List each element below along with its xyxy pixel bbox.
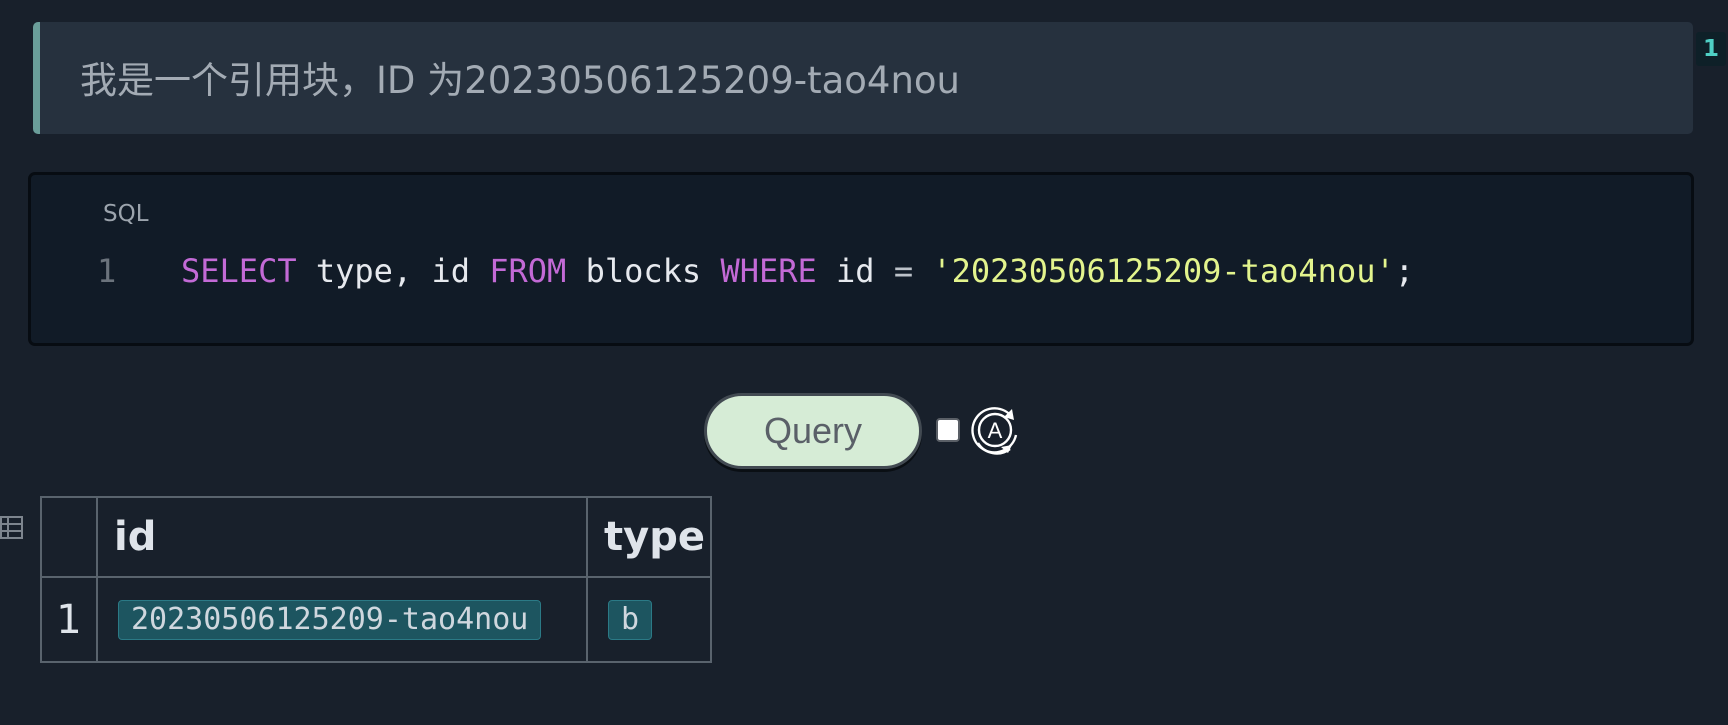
auto-refresh-checkbox[interactable] — [936, 418, 960, 442]
type-value-chip[interactable]: b — [608, 599, 653, 640]
blockquote-text[interactable]: 我是一个引用块，ID 为20230506125209-tao4nou — [80, 50, 960, 104]
code-text[interactable]: SELECT type, id FROM blocks WHERE id = '… — [181, 251, 1414, 291]
id-value-chip[interactable]: 20230506125209-tao4nou — [118, 599, 542, 640]
reference-count-badge[interactable]: 1 — [1696, 32, 1726, 66]
type-cell: b — [586, 576, 712, 663]
line-number: 1 — [97, 252, 117, 290]
blockquote[interactable]: 我是一个引用块，ID 为20230506125209-tao4nou — [33, 22, 1693, 134]
code-language-label[interactable]: SQL — [103, 201, 149, 227]
keyword-where: WHERE — [720, 252, 817, 290]
code-column: id — [816, 252, 894, 290]
sql-code-block[interactable]: SQL 1 SELECT type, id FROM blocks WHERE … — [28, 172, 1694, 346]
code-string-literal: '20230506125209-tao4nou' — [932, 252, 1395, 290]
auto-refresh-icon[interactable]: A — [966, 401, 1024, 459]
query-results-table: id type 1 20230506125209-tao4nou b — [40, 496, 712, 663]
column-header-id[interactable]: id — [96, 496, 588, 578]
code-line: 1 SELECT type, id FROM blocks WHERE id =… — [31, 251, 1691, 291]
column-header-index — [40, 496, 98, 578]
code-table: blocks — [566, 252, 721, 290]
table-row: 1 20230506125209-tao4nou b — [40, 576, 712, 663]
table-icon — [0, 516, 23, 539]
keyword-from: FROM — [489, 252, 567, 290]
table-header-row: id type — [40, 496, 712, 578]
code-fields: type, id — [296, 252, 490, 290]
column-header-type[interactable]: type — [586, 496, 712, 578]
code-semicolon: ; — [1394, 252, 1414, 290]
row-index: 1 — [40, 576, 98, 663]
keyword-select: SELECT — [181, 252, 297, 290]
id-cell: 20230506125209-tao4nou — [96, 576, 588, 663]
editor-page: 我是一个引用块，ID 为20230506125209-tao4nou 1 SQL… — [0, 0, 1728, 725]
svg-text:A: A — [988, 418, 1003, 443]
query-button[interactable]: Query — [704, 393, 922, 469]
code-operator: = — [893, 252, 914, 290]
